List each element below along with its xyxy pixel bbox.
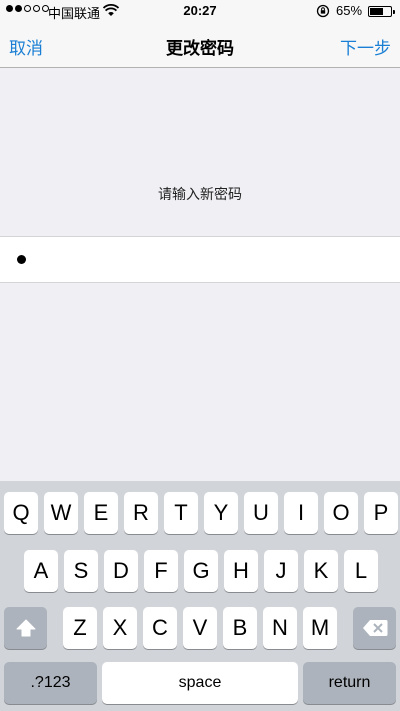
numbers-key[interactable]: .?123 — [4, 662, 97, 704]
letter-key[interactable]: L — [344, 550, 378, 592]
letter-key[interactable]: I — [284, 492, 318, 534]
letter-key[interactable]: M — [303, 607, 337, 649]
letter-key[interactable]: Z — [63, 607, 97, 649]
letter-key[interactable]: Y — [204, 492, 238, 534]
letter-key[interactable]: N — [263, 607, 297, 649]
letter-key[interactable]: C — [143, 607, 177, 649]
battery-fill — [370, 8, 383, 15]
new-password-field[interactable] — [0, 236, 400, 283]
password-dot — [17, 255, 26, 264]
letter-key[interactable]: S — [64, 550, 98, 592]
battery-icon — [368, 6, 395, 17]
next-step-button[interactable]: 下一步 — [340, 34, 391, 59]
letter-key[interactable]: T — [164, 492, 198, 534]
letter-key[interactable]: D — [104, 550, 138, 592]
letter-key[interactable]: A — [24, 550, 58, 592]
delete-key[interactable] — [353, 607, 396, 649]
letter-key[interactable]: E — [84, 492, 118, 534]
letter-key[interactable]: P — [364, 492, 398, 534]
battery-percent: 65% — [336, 3, 363, 18]
letter-key[interactable]: W — [44, 492, 78, 534]
status-bar: 中国联通 20:27 65% — [0, 0, 400, 22]
letter-key[interactable]: F — [144, 550, 178, 592]
shift-arrow-icon — [16, 619, 35, 637]
backspace-icon — [362, 620, 387, 636]
letter-key[interactable]: Q — [4, 492, 38, 534]
space-key[interactable]: space — [102, 662, 298, 704]
return-key[interactable]: return — [303, 662, 396, 704]
keyboard: .?123 space return QWERTYUIOP ASDFGHJKL ZX… — [0, 481, 400, 711]
cancel-button[interactable]: 取消 — [9, 34, 43, 59]
shift-key[interactable] — [4, 607, 47, 649]
navigation-bar: 取消 更改密码 下一步 — [0, 22, 400, 68]
battery-tip — [393, 10, 395, 14]
letter-key[interactable]: O — [324, 492, 358, 534]
rotation-lock-icon — [316, 4, 330, 18]
letter-key[interactable]: H — [224, 550, 258, 592]
letter-key[interactable]: U — [244, 492, 278, 534]
letter-key[interactable]: R — [124, 492, 158, 534]
letter-key[interactable]: K — [304, 550, 338, 592]
letter-key[interactable]: X — [103, 607, 137, 649]
new-password-prompt: 请输入新密码 — [158, 186, 242, 202]
letter-key[interactable]: G — [184, 550, 218, 592]
letter-key[interactable]: J — [264, 550, 298, 592]
letter-key[interactable]: B — [223, 607, 257, 649]
letter-key[interactable]: V — [183, 607, 217, 649]
